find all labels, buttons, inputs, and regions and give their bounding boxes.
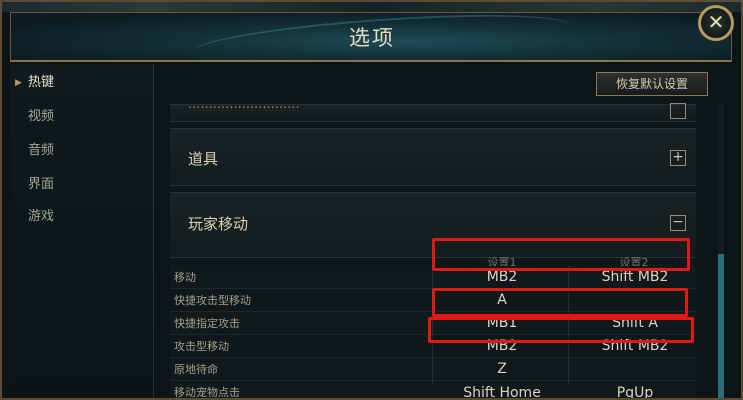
key-binding-cell[interactable]: PgUp [570,384,700,398]
restore-defaults-button[interactable]: 恢复默认设置 [596,72,708,96]
sidebar-item-interface[interactable]: 界面 [10,172,154,198]
sidebar-item-label: 界面 [28,177,55,192]
row-label: 快捷指定攻击 [174,317,240,330]
sidebar-item-game[interactable]: 游戏 [10,204,154,230]
content-scrollbar[interactable] [718,104,724,398]
partial-section-title: ··························· [188,101,300,116]
sidebar-item-label: 游戏 [28,209,55,224]
collapse-toggle[interactable] [670,103,686,119]
options-sidebar: ▶ 热键 视频 音频 界面 游戏 [10,64,154,398]
sidebar-item-label: 音频 [28,143,55,158]
table-row: 原地待命 Z [170,358,696,381]
section-title-movement: 玩家移动 [188,215,249,233]
sidebar-item-video[interactable]: 视频 [10,104,154,130]
key-binding-cell[interactable]: Shift Home [436,384,568,398]
key-binding-cell[interactable]: Z [436,358,568,381]
row-label: 攻击型移动 [174,340,229,353]
highlight-box-attack [432,288,688,317]
collapse-icon[interactable]: − [670,215,686,231]
expand-icon[interactable]: + [670,150,686,166]
highlight-box-move [432,238,690,271]
section-partial: ··························· [170,101,696,122]
row-label: 原地待命 [174,363,218,376]
highlight-box-attack-move [428,317,694,343]
sidebar-item-hotkeys[interactable]: ▶ 热键 [10,70,154,96]
options-window: 选项 ✕ ▶ 热键 视频 音频 界面 游戏 恢复默认设置 ···········… [0,0,743,400]
sidebar-item-audio[interactable]: 音频 [10,138,154,164]
sidebar-item-label: 视频 [28,109,55,124]
scrollbar-thumb[interactable] [718,254,724,398]
game-background-strip [2,2,741,12]
row-label: 快捷攻击型移动 [174,294,251,307]
section-title-items: 道具 [188,150,219,168]
hotkeys-content: 恢复默认设置 ··························· 道具 + … [156,64,716,399]
table-row: 移动宠物点击 Shift Home PgUp [170,384,696,399]
row-label: 移动宠物点击 [174,386,240,399]
section-items[interactable]: 道具 + [170,128,696,186]
sidebar-item-label: 热键 [28,75,55,90]
window-title: 选项 [349,26,395,50]
active-arrow-icon: ▶ [15,78,22,88]
key-binding-cell[interactable] [570,358,700,381]
close-button[interactable]: ✕ [698,5,734,41]
row-label: 移动 [174,271,196,284]
window-header: 选项 [10,5,732,73]
